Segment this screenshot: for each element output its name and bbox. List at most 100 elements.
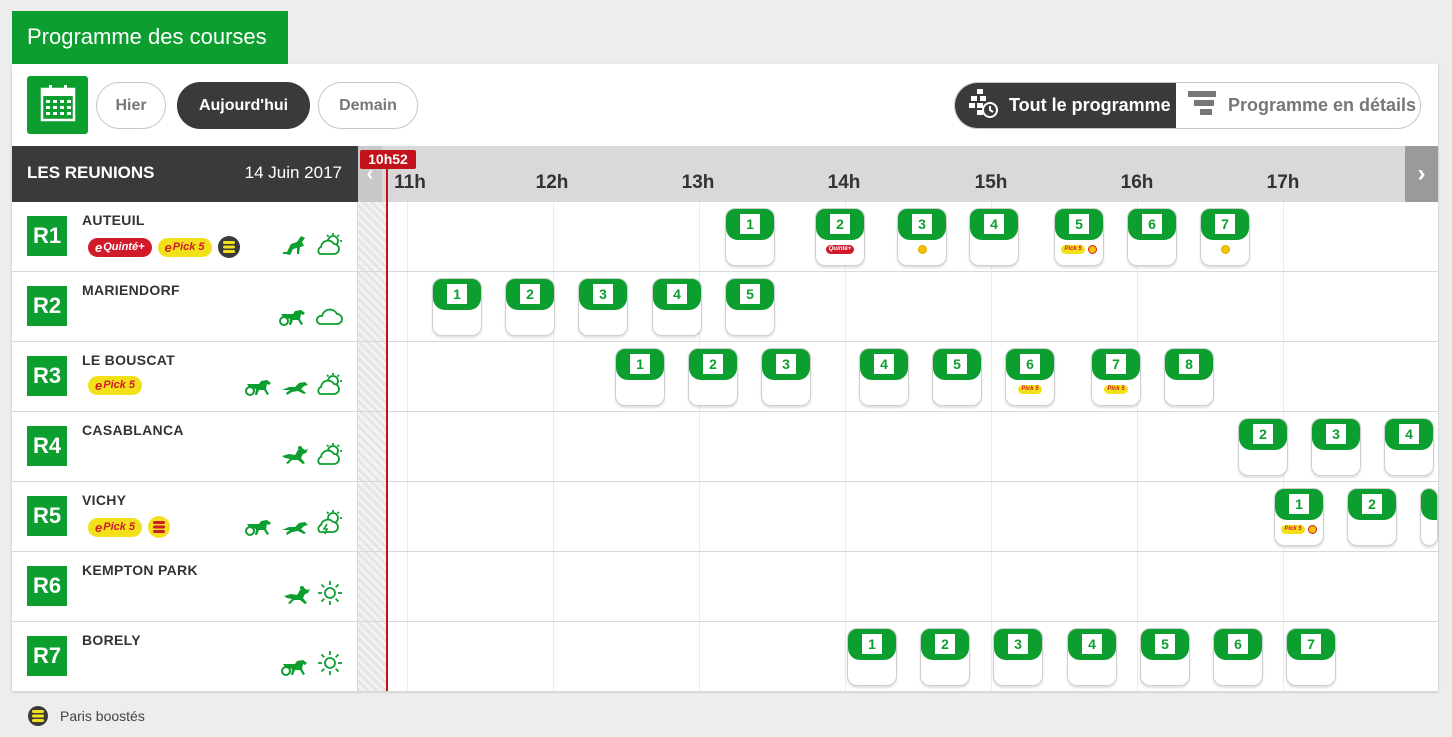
flat-icon (283, 586, 311, 611)
timeline-next-button[interactable]: › (1405, 146, 1438, 202)
reunion-icons (283, 580, 343, 611)
reunion-info[interactable]: R4 CASABLANCA (12, 412, 358, 481)
reunion-row: R7 BORELY 1 2 3 4 5 6 7 (12, 622, 1438, 692)
hour-label: 11h (394, 172, 426, 193)
reunion-info[interactable]: R2 MARIENDORF (12, 272, 358, 341)
reunion-icons (245, 510, 343, 541)
quinte-mini-badge: Quinté+ (825, 245, 855, 254)
race-number: 6 (1142, 214, 1162, 234)
race-card[interactable]: 5 (725, 278, 775, 336)
race-card[interactable]: 2 (1238, 418, 1288, 476)
race-card[interactable]: 2 (505, 278, 555, 336)
race-card[interactable]: 4 (1067, 628, 1117, 686)
race-number: 2 (830, 214, 850, 234)
race-card[interactable] (1420, 488, 1438, 546)
race-number: 2 (935, 634, 955, 654)
race-card[interactable]: 5 (932, 348, 982, 406)
race-card[interactable]: 2 (1347, 488, 1397, 546)
reunion-info[interactable]: R1 AUTEUIL e Quinté+ e Pick 5 (12, 202, 358, 271)
race-card[interactable]: 5 Pick 5 (1054, 208, 1104, 266)
race-card[interactable]: 8 (1164, 348, 1214, 406)
flat-icon (281, 446, 309, 471)
race-card[interactable]: 2 (688, 348, 738, 406)
sun-icon (317, 650, 343, 681)
reunion-name: MARIENDORF (82, 282, 180, 298)
pick5-badge: e Pick 5 (88, 517, 143, 537)
race-card[interactable]: 3 (761, 348, 811, 406)
race-card[interactable]: 1 (432, 278, 482, 336)
race-card[interactable]: 5 (1140, 628, 1190, 686)
trot-icon (281, 656, 311, 681)
race-card[interactable]: 1 (847, 628, 897, 686)
race-number: 6 (1228, 634, 1248, 654)
reunion-code-badge: R7 (27, 636, 67, 676)
timeline-header: 11h 12h 13h 14h 15h 16h 17h (358, 146, 1438, 202)
race-bets (898, 245, 946, 254)
race-number: 1 (447, 284, 467, 304)
race-card[interactable]: 3 (578, 278, 628, 336)
current-time-line (386, 162, 388, 691)
race-card[interactable]: 2 Quinté+ (815, 208, 865, 266)
race-bets: Pick 5 (1092, 385, 1140, 394)
race-number: 3 (593, 284, 613, 304)
race-number: 7 (1106, 354, 1126, 374)
reunion-info[interactable]: R6 KEMPTON PARK (12, 552, 358, 621)
race-bets: Pick 5 (1006, 385, 1054, 394)
reunion-row: R1 AUTEUIL e Quinté+ e Pick 5 1 2 Quinté+ 3 4 5 Pick… (12, 202, 1438, 272)
race-card[interactable]: 7 Pick 5 (1091, 348, 1141, 406)
race-card[interactable]: 1 (615, 348, 665, 406)
day-today-button[interactable]: Aujourd'hui (177, 82, 310, 129)
hour-label: 12h (535, 172, 569, 193)
calendar-button[interactable] (27, 76, 88, 134)
day-hier-button[interactable]: Hier (96, 82, 166, 129)
jump-icon (283, 234, 309, 261)
race-card[interactable]: 1 Pick 5 (1274, 488, 1324, 546)
cloud-icon (315, 306, 343, 331)
pick5-mini-badge: Pick 5 (1104, 385, 1128, 394)
race-card[interactable]: 7 (1286, 628, 1336, 686)
page-title: Programme des courses (12, 11, 288, 64)
race-card[interactable]: 3 (1311, 418, 1361, 476)
race-card[interactable]: 7 (1200, 208, 1250, 266)
race-card[interactable]: 6 Pick 5 (1005, 348, 1055, 406)
reunion-name: AUTEUIL (82, 212, 145, 228)
race-number: 5 (740, 284, 760, 304)
pick5-badge: e Pick 5 (157, 237, 212, 257)
race-number: 6 (1020, 354, 1040, 374)
race-card[interactable]: 6 (1127, 208, 1177, 266)
race-card[interactable]: 4 (1384, 418, 1434, 476)
reunion-code-badge: R4 (27, 426, 67, 466)
race-card[interactable]: 4 (969, 208, 1019, 266)
day-demain-button[interactable]: Demain (318, 82, 418, 129)
list-detail-icon (1186, 89, 1228, 122)
race-card[interactable]: 2 (920, 628, 970, 686)
race-cap (1421, 489, 1437, 520)
reunions-header: LES REUNIONS 14 Juin 2017 (12, 146, 358, 202)
view-details-button[interactable]: Programme en détails (1176, 83, 1420, 128)
legend-label: Paris boostés (60, 708, 145, 724)
race-number: 7 (1215, 214, 1235, 234)
reunion-info[interactable]: R5 VICHY e Pick 5 (12, 482, 358, 551)
boost-icon (148, 516, 171, 538)
race-card[interactable]: 3 (993, 628, 1043, 686)
reunions-date: 14 Juin 2017 (244, 163, 342, 182)
race-card[interactable]: 4 (859, 348, 909, 406)
race-card[interactable]: 4 (652, 278, 702, 336)
reunion-icons (281, 650, 343, 681)
reunion-row: R3 LE BOUSCAT e Pick 5 1 2 3 4 5 6 Pick 5 7 Pick 5 8 (12, 342, 1438, 412)
reunion-code-badge: R5 (27, 496, 67, 536)
race-number: 5 (1069, 214, 1089, 234)
hour-label: 14h (827, 172, 861, 193)
reunion-info[interactable]: R3 LE BOUSCAT e Pick 5 (12, 342, 358, 411)
race-card[interactable]: 1 (725, 208, 775, 266)
cloudy-sun-icon (315, 442, 343, 471)
race-number: 3 (912, 214, 932, 234)
trot-icon (245, 516, 275, 541)
race-card[interactable]: 6 (1213, 628, 1263, 686)
view-all-label: Tout le programme (1009, 95, 1171, 115)
race-card[interactable]: 3 (897, 208, 947, 266)
race-number: 5 (1155, 634, 1175, 654)
reunion-icons (245, 372, 343, 401)
reunion-info[interactable]: R7 BORELY (12, 622, 358, 691)
view-all-button[interactable]: Tout le programme (955, 83, 1176, 128)
